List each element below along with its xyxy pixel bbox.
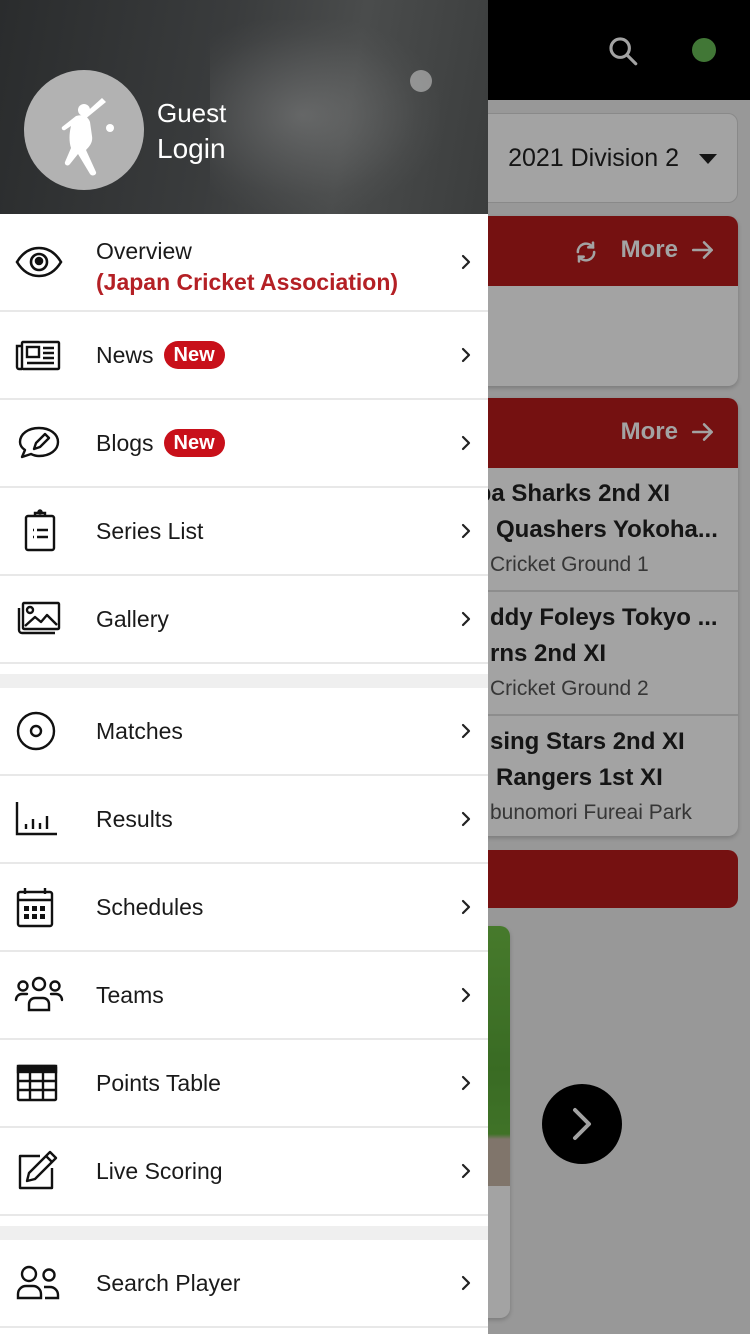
menu-item-points-table[interactable]: Points Table: [0, 1040, 488, 1128]
menu-label: Teams: [96, 981, 164, 1008]
menu-item-gallery[interactable]: Gallery: [0, 576, 488, 664]
teams-icon: [14, 970, 64, 1020]
chevron-right-icon: [461, 435, 471, 451]
bar-chart-icon: [14, 794, 64, 844]
menu-item-teams[interactable]: Teams: [0, 952, 488, 1040]
menu-label: Results: [96, 805, 173, 832]
menu-item-series-list[interactable]: Series List: [0, 488, 488, 576]
drawer-header: Guest Login: [0, 0, 488, 214]
new-badge: New: [163, 341, 225, 369]
menu-label: Live Scoring: [96, 1157, 223, 1184]
chevron-right-icon: [461, 811, 471, 827]
menu-label: Schedules: [96, 893, 204, 920]
menu-label: Blogs: [96, 429, 154, 456]
chevron-right-icon: [461, 347, 471, 363]
menu-item-matches[interactable]: Matches: [0, 688, 488, 776]
menu-sublabel: (Japan Cricket Association): [96, 269, 399, 295]
menu-label: Matches: [96, 717, 183, 744]
menu-label: Points Table: [96, 1069, 221, 1096]
navigation-drawer: Guest Login Overview (Japan Cricket Asso…: [0, 0, 488, 1334]
table-grid-icon: [14, 1058, 64, 1108]
chevron-right-icon: [461, 1163, 471, 1179]
edit-icon: [14, 1146, 64, 1196]
section-divider: [0, 1216, 488, 1240]
menu-label: Overview: [96, 238, 192, 264]
clipboard-list-icon: [14, 506, 64, 556]
chevron-right-icon: [461, 523, 471, 539]
header-ball: [410, 70, 432, 92]
menu-item-schedules[interactable]: Schedules: [0, 864, 488, 952]
login-link[interactable]: Login: [157, 133, 226, 165]
menu-item-results[interactable]: Results: [0, 776, 488, 864]
menu-label: News: [96, 341, 154, 368]
user-name: Guest: [157, 98, 227, 128]
menu-item-live-scoring[interactable]: Live Scoring: [0, 1128, 488, 1216]
menu-label: Gallery: [96, 605, 169, 632]
menu-label: Series List: [96, 517, 204, 544]
menu-item-news[interactable]: News New: [0, 312, 488, 400]
avatar[interactable]: [24, 70, 144, 190]
search-player-icon: [14, 1258, 64, 1308]
header-background-image: [210, 20, 440, 210]
eye-icon: [14, 237, 64, 287]
chevron-right-icon: [461, 987, 471, 1003]
batsman-icon: [61, 98, 114, 176]
new-badge: New: [163, 429, 225, 457]
chevron-right-icon: [461, 611, 471, 627]
menu-item-search-player[interactable]: Search Player: [0, 1240, 488, 1328]
chevron-right-icon: [461, 1075, 471, 1091]
menu-item-overview[interactable]: Overview (Japan Cricket Association): [0, 214, 488, 312]
target-icon: [14, 706, 64, 756]
newspaper-icon: [14, 330, 64, 380]
menu-label: Search Player: [96, 1269, 241, 1296]
chevron-right-icon: [461, 254, 471, 270]
gallery-icon: [14, 594, 64, 644]
calendar-icon: [14, 882, 64, 932]
blog-pen-icon: [14, 418, 64, 468]
section-divider: [0, 664, 488, 688]
chevron-right-icon: [461, 899, 471, 915]
chevron-right-icon: [461, 723, 471, 739]
menu-item-blogs[interactable]: Blogs New: [0, 400, 488, 488]
chevron-right-icon: [461, 1275, 471, 1291]
